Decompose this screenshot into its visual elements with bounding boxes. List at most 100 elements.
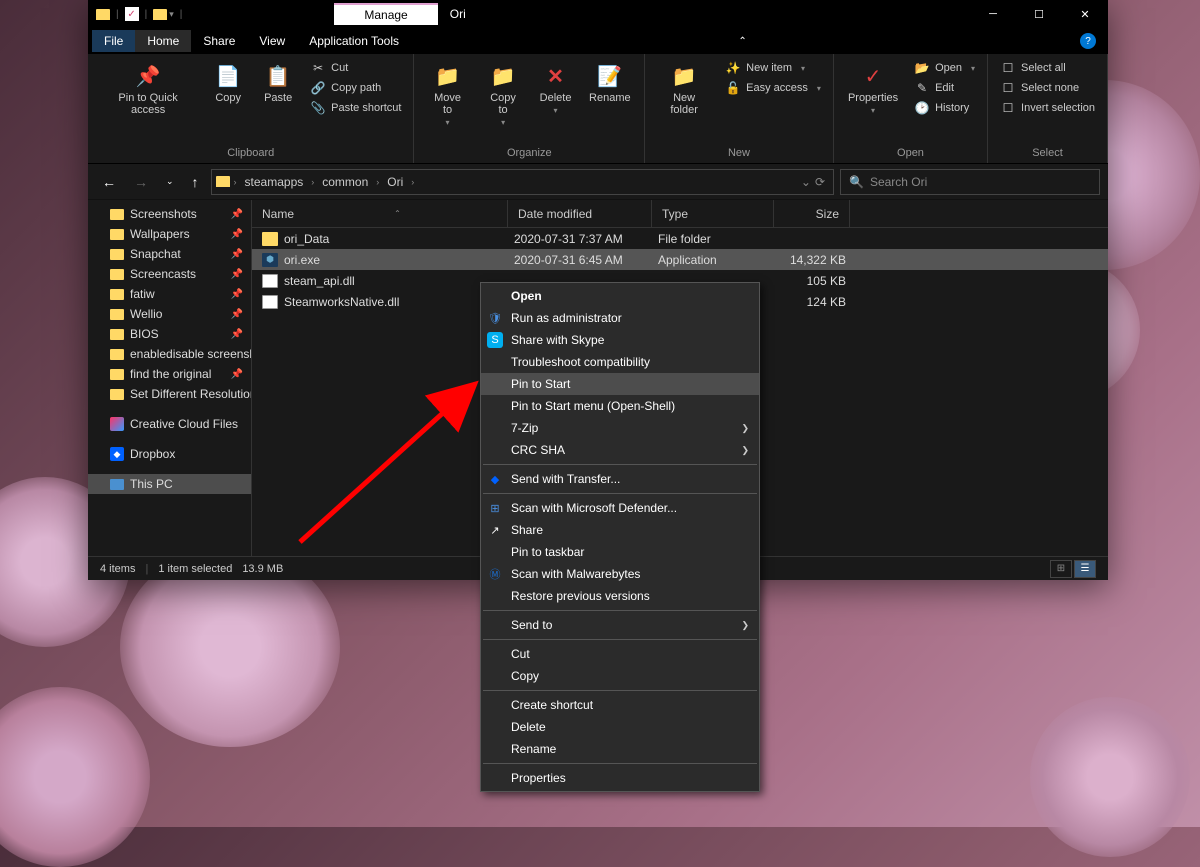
ctx-send-transfer[interactable]: ◆Send with Transfer... bbox=[481, 468, 759, 490]
breadcrumb-segment[interactable]: steamapps bbox=[241, 173, 308, 191]
ctx-open[interactable]: Open bbox=[481, 285, 759, 307]
select-none-button[interactable]: ☐Select none bbox=[996, 78, 1099, 98]
pin-icon: 📌 bbox=[231, 289, 243, 300]
pc-icon bbox=[110, 479, 124, 490]
ctx-defender[interactable]: ⊞Scan with Microsoft Defender... bbox=[481, 497, 759, 519]
qat-dropdown-icon[interactable]: ▾ bbox=[169, 9, 174, 20]
label: Run as administrator bbox=[511, 311, 622, 325]
delete-button[interactable]: ✕Delete▾ bbox=[534, 58, 578, 119]
share-icon: ↗ bbox=[487, 522, 503, 538]
address-dropdown-icon[interactable]: ⌄ bbox=[801, 175, 811, 189]
sidebar-creative-cloud[interactable]: Creative Cloud Files bbox=[88, 414, 251, 434]
view-details-button[interactable]: ☰ bbox=[1074, 560, 1096, 578]
ctx-pin-taskbar[interactable]: Pin to taskbar bbox=[481, 541, 759, 563]
up-button[interactable]: ↑ bbox=[186, 170, 205, 194]
recent-dropdown-icon[interactable]: ⌄ bbox=[160, 172, 180, 191]
column-size[interactable]: Size bbox=[774, 200, 850, 227]
ctx-pin-start[interactable]: Pin to Start bbox=[481, 373, 759, 395]
sidebar-item[interactable]: Set Different Resolution📌 bbox=[88, 384, 251, 404]
search-input[interactable]: 🔍 Search Ori bbox=[840, 169, 1100, 195]
pin-quick-access-button[interactable]: 📌Pin to Quick access bbox=[96, 58, 200, 120]
ctx-crcsha[interactable]: CRC SHA❯ bbox=[481, 439, 759, 461]
paste-button[interactable]: 📋Paste bbox=[256, 58, 300, 108]
qat-icon[interactable]: ✓ bbox=[125, 7, 139, 21]
sidebar-dropbox[interactable]: ◆Dropbox bbox=[88, 444, 251, 464]
sidebar-item[interactable]: BIOS📌 bbox=[88, 324, 251, 344]
file-row[interactable]: ori_Data2020-07-31 7:37 AMFile folder bbox=[252, 228, 1108, 249]
copy-button[interactable]: 📄Copy bbox=[206, 58, 250, 108]
back-button[interactable]: ← bbox=[96, 170, 122, 194]
sidebar-item[interactable]: Snapchat📌 bbox=[88, 244, 251, 264]
menu-apptools[interactable]: Application Tools bbox=[297, 30, 411, 52]
shortcut-icon: 📎 bbox=[310, 100, 326, 116]
sidebar-item[interactable]: enabledisable screenshots📌 bbox=[88, 344, 251, 364]
column-type[interactable]: Type bbox=[652, 200, 774, 227]
ctx-run-admin[interactable]: 🛡Run as administrator bbox=[481, 307, 759, 329]
copy-path-button[interactable]: 🔗Copy path bbox=[306, 78, 405, 98]
chevron-right-icon[interactable]: › bbox=[374, 177, 381, 187]
close-button[interactable]: ✕ bbox=[1062, 0, 1108, 28]
ctx-restore[interactable]: Restore previous versions bbox=[481, 585, 759, 607]
easy-access-button[interactable]: 🔓Easy access▾ bbox=[721, 78, 825, 98]
sidebar-item[interactable]: Wallpapers📌 bbox=[88, 224, 251, 244]
view-thumbnails-button[interactable]: ⊞ bbox=[1050, 560, 1072, 578]
move-to-button[interactable]: 📁Move to▾ bbox=[422, 58, 472, 131]
chevron-right-icon[interactable]: › bbox=[309, 177, 316, 187]
history-button[interactable]: 🕑History bbox=[910, 98, 979, 118]
new-item-button[interactable]: ✨New item▾ bbox=[721, 58, 825, 78]
select-all-button[interactable]: ☐Select all bbox=[996, 58, 1099, 78]
sidebar-item[interactable]: Wellio📌 bbox=[88, 304, 251, 324]
edit-button[interactable]: ✎Edit bbox=[910, 78, 979, 98]
rename-button[interactable]: 📝Rename bbox=[584, 58, 637, 108]
ribbon-collapse-icon[interactable]: ⌃ bbox=[738, 36, 746, 47]
sidebar-item[interactable]: Screenshots📌 bbox=[88, 204, 251, 224]
minimize-button[interactable]: ─ bbox=[970, 0, 1016, 28]
chevron-right-icon[interactable]: › bbox=[232, 177, 239, 187]
ctx-skype[interactable]: SShare with Skype bbox=[481, 329, 759, 351]
breadcrumb-segment[interactable]: common bbox=[318, 173, 372, 191]
ctx-7zip[interactable]: 7-Zip❯ bbox=[481, 417, 759, 439]
titlebar[interactable]: | ✓ | ▾ | Manage Ori ─ ☐ ✕ bbox=[88, 0, 1108, 28]
sidebar-item[interactable]: Screencasts📌 bbox=[88, 264, 251, 284]
ctx-send-to[interactable]: Send to❯ bbox=[481, 614, 759, 636]
chevron-right-icon[interactable]: › bbox=[409, 177, 416, 187]
label: Open bbox=[935, 62, 962, 74]
sidebar[interactable]: Screenshots📌Wallpapers📌Snapchat📌Screenca… bbox=[88, 200, 252, 556]
column-date[interactable]: Date modified bbox=[508, 200, 652, 227]
invert-selection-button[interactable]: ☐Invert selection bbox=[996, 98, 1099, 118]
menu-home[interactable]: Home bbox=[135, 30, 191, 52]
menu-share[interactable]: Share bbox=[191, 30, 247, 52]
column-headers: Name⌃ Date modified Type Size bbox=[252, 200, 1108, 228]
sidebar-this-pc[interactable]: This PC bbox=[88, 474, 251, 494]
breadcrumb-segment[interactable]: Ori bbox=[383, 173, 407, 191]
ctx-rename[interactable]: Rename bbox=[481, 738, 759, 760]
ctx-copy[interactable]: Copy bbox=[481, 665, 759, 687]
sidebar-item[interactable]: fatiw📌 bbox=[88, 284, 251, 304]
refresh-icon[interactable]: ⟳ bbox=[815, 175, 825, 189]
ctx-malwarebytes[interactable]: ⓂScan with Malwarebytes bbox=[481, 563, 759, 585]
ctx-properties[interactable]: Properties bbox=[481, 767, 759, 789]
ctx-delete[interactable]: Delete bbox=[481, 716, 759, 738]
ctx-cut[interactable]: Cut bbox=[481, 643, 759, 665]
menu-file[interactable]: File bbox=[92, 30, 135, 52]
forward-button[interactable]: → bbox=[128, 170, 154, 194]
paste-shortcut-button[interactable]: 📎Paste shortcut bbox=[306, 98, 405, 118]
new-folder-button[interactable]: 📁New folder bbox=[653, 58, 715, 120]
address-bar[interactable]: › steamapps › common › Ori › ⌄ ⟳ bbox=[211, 169, 834, 195]
ctx-share[interactable]: ↗Share bbox=[481, 519, 759, 541]
cut-button[interactable]: ✂Cut bbox=[306, 58, 405, 78]
manage-tab[interactable]: Manage bbox=[334, 3, 437, 25]
menu-view[interactable]: View bbox=[247, 30, 297, 52]
file-row[interactable]: ⬢ori.exe2020-07-31 6:45 AMApplication14,… bbox=[252, 249, 1108, 270]
label: Edit bbox=[935, 82, 954, 94]
open-button[interactable]: 📂Open▾ bbox=[910, 58, 979, 78]
ctx-create-shortcut[interactable]: Create shortcut bbox=[481, 694, 759, 716]
help-icon[interactable]: ? bbox=[1080, 33, 1096, 49]
ctx-pin-start-openshell[interactable]: Pin to Start menu (Open-Shell) bbox=[481, 395, 759, 417]
properties-button[interactable]: ✓Properties▾ bbox=[842, 58, 904, 119]
maximize-button[interactable]: ☐ bbox=[1016, 0, 1062, 28]
column-name[interactable]: Name⌃ bbox=[252, 200, 508, 227]
copy-to-button[interactable]: 📁Copy to▾ bbox=[479, 58, 528, 131]
sidebar-item[interactable]: find the original📌 bbox=[88, 364, 251, 384]
ctx-troubleshoot[interactable]: Troubleshoot compatibility bbox=[481, 351, 759, 373]
